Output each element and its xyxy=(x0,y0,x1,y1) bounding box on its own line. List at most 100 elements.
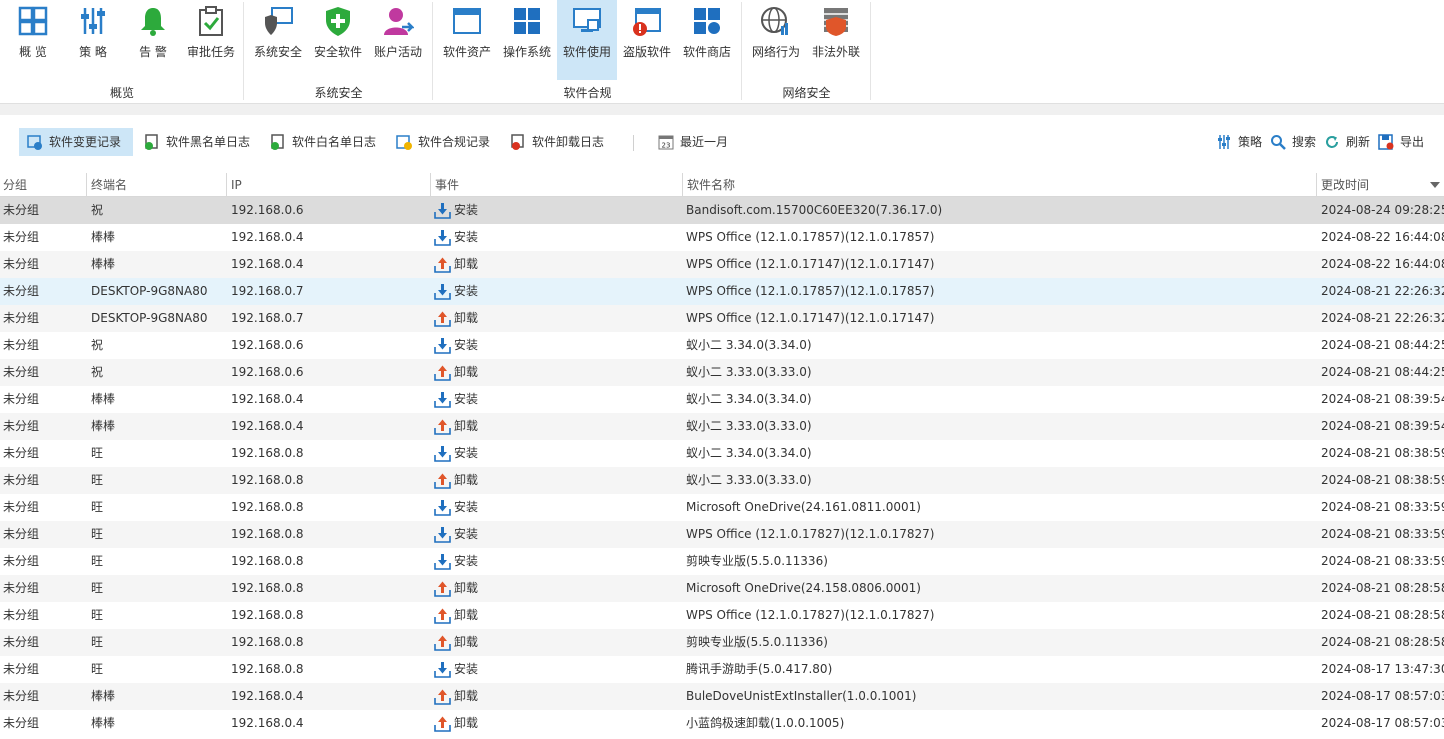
ribbon-button-pirated-software[interactable]: 盗版软件 xyxy=(617,0,677,80)
ribbon-group-title: 软件合规 xyxy=(563,86,612,100)
cell-event: 卸载 xyxy=(434,413,680,440)
tab-uninstall-log[interactable]: 软件卸载日志 xyxy=(502,128,610,156)
cell-terminal: DESKTOP-9G8NA80 xyxy=(91,311,208,325)
ribbon-button-overview[interactable]: 概 览 xyxy=(3,0,63,80)
cell-group: 未分组 xyxy=(3,257,40,271)
pirated-software-warning-icon xyxy=(633,8,661,36)
cell-change-time: 2024-08-21 08:28:58 xyxy=(1321,581,1444,595)
table-row[interactable]: 未分组 旺 192.168.0.8 安装 剪映专业版(5.5.0.11336) 2024-… xyxy=(0,548,1444,575)
event-label: 卸载 xyxy=(454,419,479,433)
column-header-software[interactable]: 软件名称 xyxy=(682,173,1316,197)
cell-group: 未分组 xyxy=(3,203,40,217)
export-button[interactable]: 导出 xyxy=(1370,128,1430,156)
cell-group: 未分组 xyxy=(3,365,40,379)
table-row[interactable]: 未分组 旺 192.168.0.8 卸载 Microsoft OneDrive(24.1… xyxy=(0,575,1444,602)
tab-compliance-record[interactable]: 软件合规记录 xyxy=(388,128,496,156)
ribbon-button-illegal-outbound[interactable]: 非法外联 xyxy=(806,0,866,80)
table-row[interactable]: 未分组 旺 192.168.0.8 安装 腾讯手游助手(5.0.417.80) 2024-… xyxy=(0,656,1444,683)
install-arrow-icon xyxy=(434,203,451,219)
table-row[interactable]: 未分组 棒棒 192.168.0.4 卸载 小蓝鸽极速卸载(1.0.0.1005) 202… xyxy=(0,710,1444,737)
policy-label: 策略 xyxy=(1238,135,1263,149)
install-arrow-icon xyxy=(434,230,451,246)
ribbon-button-account-activity[interactable]: 账户活动 xyxy=(368,0,428,80)
event-label: 安装 xyxy=(454,527,479,541)
table-row[interactable]: 未分组 祝 192.168.0.6 安装 Bandisoft.com.15700C60E… xyxy=(0,197,1444,224)
policy-button[interactable]: 策略 xyxy=(1208,128,1264,156)
cell-group: 未分组 xyxy=(3,500,40,514)
cell-change-time: 2024-08-17 08:57:03 xyxy=(1321,689,1444,703)
ribbon-button-software-usage[interactable]: 软件使用 xyxy=(557,0,617,80)
compliance-record-icon xyxy=(396,135,412,150)
cell-software-name: 小蓝鸽极速卸载(1.0.0.1005) xyxy=(686,716,845,730)
table-row[interactable]: 未分组 旺 192.168.0.8 卸载 蚁小二 3.33.0(3.33.0) 2024-… xyxy=(0,467,1444,494)
cell-ip: 192.168.0.4 xyxy=(231,689,304,703)
cell-change-time: 2024-08-21 08:33:59 xyxy=(1321,554,1444,568)
date-range-selector[interactable]: 23 最近一月 xyxy=(650,128,730,156)
cell-group: 未分组 xyxy=(3,689,40,703)
ribbon-button-approval[interactable]: 审批任务 xyxy=(181,0,241,80)
software-usage-monitor-icon xyxy=(573,8,601,32)
column-header-group[interactable]: 分组 xyxy=(0,173,86,197)
cell-terminal: 旺 xyxy=(91,473,104,487)
cell-group: 未分组 xyxy=(3,311,40,325)
cell-event: 安装 xyxy=(434,386,680,413)
cell-terminal: 旺 xyxy=(91,500,104,514)
firewall-wall-icon xyxy=(824,8,848,36)
cell-event: 卸载 xyxy=(434,575,680,602)
ribbon-button-security-software[interactable]: 安全软件 xyxy=(308,0,368,80)
search-button[interactable]: 搜索 xyxy=(1262,128,1318,156)
table-row[interactable]: 未分组 祝 192.168.0.6 安装 蚁小二 3.34.0(3.34.0) 2024-… xyxy=(0,332,1444,359)
column-header-ip[interactable]: IP xyxy=(226,173,430,197)
tab-blacklist-log[interactable]: 软件黑名单日志 xyxy=(136,128,256,156)
event-label: 安装 xyxy=(454,392,479,406)
table-row[interactable]: 未分组 旺 192.168.0.8 安装 WPS Office (12.1.0.1782… xyxy=(0,521,1444,548)
cell-group: 未分组 xyxy=(3,635,40,649)
table-row[interactable]: 未分组 DESKTOP-9G8NA80 192.168.0.7 安装 WPS Offic… xyxy=(0,278,1444,305)
cell-group: 未分组 xyxy=(3,284,40,298)
ribbon-button-software-asset[interactable]: 软件资产 xyxy=(437,0,497,80)
table-row[interactable]: 未分组 棒棒 192.168.0.4 卸载 蚁小二 3.33.0(3.33.0) 2024… xyxy=(0,413,1444,440)
table-row[interactable]: 未分组 棒棒 192.168.0.4 安装 蚁小二 3.34.0(3.34.0) 2024… xyxy=(0,386,1444,413)
table-row[interactable]: 未分组 旺 192.168.0.8 安装 蚁小二 3.34.0(3.34.0) 2024-… xyxy=(0,440,1444,467)
ribbon-button-label: 告 警 xyxy=(139,45,167,59)
uninstall-arrow-icon xyxy=(434,473,451,489)
ribbon-button-os[interactable]: 操作系统 xyxy=(497,0,557,80)
install-arrow-icon xyxy=(434,527,451,543)
ribbon-button-network-behavior[interactable]: 网络行为 xyxy=(746,0,806,80)
ribbon-bottom-border xyxy=(0,103,1444,115)
ribbon-button-label: 安全软件 xyxy=(313,45,362,59)
table-row[interactable]: 未分组 旺 192.168.0.8 安装 Microsoft OneDrive(24.1… xyxy=(0,494,1444,521)
table-row[interactable]: 未分组 棒棒 192.168.0.4 卸载 WPS Office (12.1.0.171… xyxy=(0,251,1444,278)
blacklist-log-icon xyxy=(145,134,158,150)
tab-software-change-log[interactable]: 软件变更记录 xyxy=(19,128,133,156)
policy-sliders-icon xyxy=(1218,135,1230,149)
cell-change-time: 2024-08-21 08:39:54 xyxy=(1321,419,1444,433)
column-header-event[interactable]: 事件 xyxy=(430,173,682,197)
cell-event: 卸载 xyxy=(434,467,680,494)
ribbon-button-system-security[interactable]: 系统安全 xyxy=(248,0,308,80)
ribbon-button-policy[interactable]: 策 略 xyxy=(63,0,123,80)
cell-change-time: 2024-08-22 16:44:08 xyxy=(1321,257,1444,271)
refresh-button[interactable]: 刷新 xyxy=(1316,128,1372,156)
ribbon-button-software-store[interactable]: 软件商店 xyxy=(677,0,737,80)
software-change-icon xyxy=(27,135,42,150)
table-row[interactable]: 未分组 棒棒 192.168.0.4 安装 WPS Office (12.1.0.178… xyxy=(0,224,1444,251)
table-row[interactable]: 未分组 旺 192.168.0.8 卸载 剪映专业版(5.5.0.11336) 2024-… xyxy=(0,629,1444,656)
cell-event: 安装 xyxy=(434,548,680,575)
approval-clipboard-icon xyxy=(199,6,223,36)
cell-software-name: 剪映专业版(5.5.0.11336) xyxy=(686,554,828,568)
tab-whitelist-log[interactable]: 软件白名单日志 xyxy=(262,128,382,156)
ribbon-button-label: 软件商店 xyxy=(682,45,731,59)
install-arrow-icon xyxy=(434,446,451,462)
column-header-time[interactable]: 更改时间 xyxy=(1316,173,1444,197)
ribbon-group-software-compliance: 软件资产 操作系统 软件使用 盗版软件 软件商店 软件合规 xyxy=(433,0,742,103)
table-row[interactable]: 未分组 祝 192.168.0.6 卸载 蚁小二 3.33.0(3.33.0) 2024-… xyxy=(0,359,1444,386)
table-row[interactable]: 未分组 旺 192.168.0.8 卸载 WPS Office (12.1.0.1782… xyxy=(0,602,1444,629)
table-row[interactable]: 未分组 棒棒 192.168.0.4 卸载 BuleDoveUnistExtInstal… xyxy=(0,683,1444,710)
ribbon-button-alarm[interactable]: 告 警 xyxy=(123,0,183,80)
table-row[interactable]: 未分组 DESKTOP-9G8NA80 192.168.0.7 卸载 WPS Offic… xyxy=(0,305,1444,332)
column-header-terminal[interactable]: 终端名 xyxy=(86,173,226,197)
cell-group: 未分组 xyxy=(3,473,40,487)
export-label: 导出 xyxy=(1400,135,1425,149)
cell-software-name: WPS Office (12.1.0.17147)(12.1.0.17147) xyxy=(686,257,935,271)
